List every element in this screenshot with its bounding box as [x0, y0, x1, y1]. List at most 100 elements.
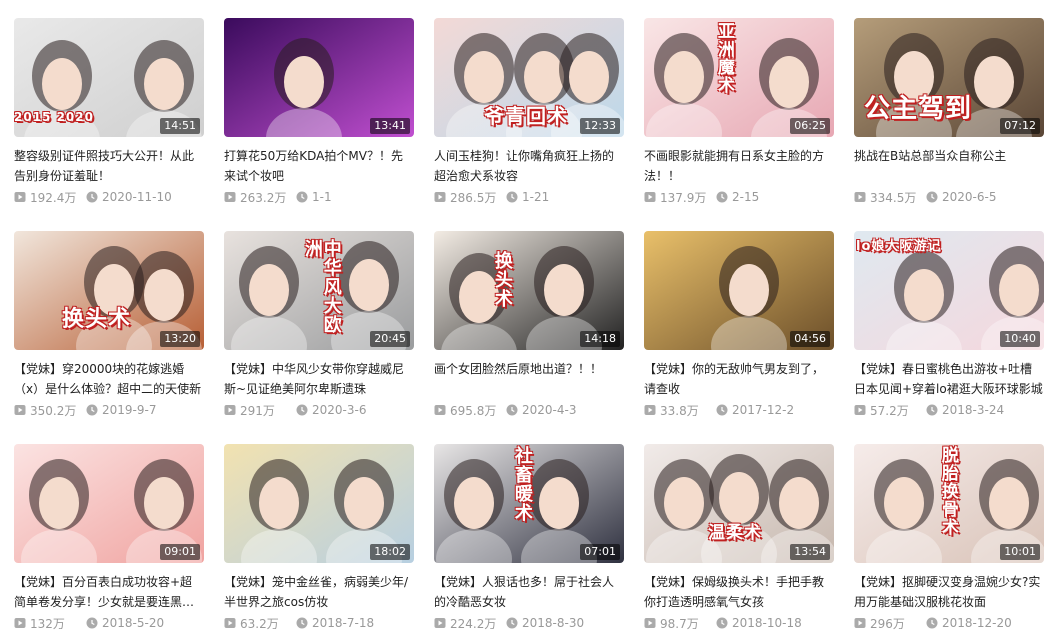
- video-title-link[interactable]: 打算花50万给KDA拍个MV？！先来试个妆吧: [224, 146, 414, 186]
- video-thumbnail[interactable]: 脱胎换骨术 10:01: [854, 444, 1044, 563]
- view-count: 224.2万: [434, 615, 506, 632]
- video-title-link[interactable]: 整容级别证件照技巧大公开！从此告别身份证羞耻！: [14, 146, 204, 186]
- video-card[interactable]: 09:01【党妹】百分百表白成功妆容+超简单卷发分享！少女就是要连黑眼圈132万…: [14, 444, 204, 643]
- video-thumbnail[interactable]: 换头术 13:20: [14, 231, 204, 350]
- video-duration: 04:56: [790, 331, 830, 347]
- person-face: [464, 51, 504, 103]
- upload-date-text: 2017-12-2: [732, 403, 795, 417]
- upload-date: 2-15: [716, 190, 759, 204]
- play-count-icon: [854, 192, 866, 202]
- video-title-link[interactable]: 【党妹】你的无敌帅气男友到了，请查收: [644, 359, 834, 399]
- view-count-text: 98.7万: [660, 616, 699, 631]
- video-title-link[interactable]: 【党妹】抠脚硬汉变身温婉少女?实用万能基础汉服桃花妆面: [854, 572, 1044, 612]
- video-title-link[interactable]: 不画眼影就能拥有日系女主脸的方法！！: [644, 146, 834, 186]
- video-card[interactable]: 04:56 【党妹】你的无敌帅气男友到了，请查收 33.8万 2017-12-2: [644, 231, 834, 430]
- video-thumbnail[interactable]: 社畜暖术 07:01: [434, 444, 624, 563]
- video-meta: 57.2万 2018-3-24: [854, 400, 1044, 420]
- video-thumbnail[interactable]: 2015 2020 14:51: [14, 18, 204, 137]
- video-card[interactable]: 13:41 打算花50万给KDA拍个MV？！先来试个妆吧 263.2万 1-1: [224, 18, 414, 217]
- view-count-text: 291万: [240, 403, 275, 418]
- video-card[interactable]: 脱胎换骨术 10:01 【党妹】抠脚硬汉变身温婉少女?实用万能基础汉服桃花妆面 296…: [854, 444, 1044, 643]
- clock-icon: [86, 191, 98, 203]
- view-count-text: 57.2万: [870, 403, 909, 418]
- clock-icon: [716, 191, 728, 203]
- video-thumbnail[interactable]: 爷青回术 12:33: [434, 18, 624, 137]
- clock-icon: [926, 404, 938, 416]
- video-title-link[interactable]: 【党妹】人狠话也多！屌于社会人的冷酷恶女妆: [434, 572, 624, 612]
- video-title-link[interactable]: 【党妹】穿20000块的花嫁逃婚（x）是什么体验？超中二的天使新: [14, 359, 204, 399]
- video-thumbnail[interactable]: 13:41: [224, 18, 414, 137]
- video-thumbnail[interactable]: 换头术 14:18: [434, 231, 624, 350]
- video-card[interactable]: 公主驾到 07:12 挑战在B站总部当众自称公主 334.5万 2020-6-5: [854, 18, 1044, 217]
- view-count: 132万: [14, 615, 86, 632]
- upload-date: 2017-12-2: [716, 403, 794, 417]
- video-meta: 695.8万 2020-4-3: [434, 400, 624, 420]
- video-meta: 132万 2018-5-20: [14, 613, 204, 633]
- person-face: [144, 58, 184, 110]
- video-card[interactable]: 18:02 【党妹】笼中金丝雀，病弱美少年/半世界之旅cos仿妆 63.2万 2018…: [224, 444, 414, 643]
- upload-date: 2020-4-3: [506, 403, 576, 417]
- video-thumbnail[interactable]: 亚洲魔术 06:25: [644, 18, 834, 137]
- video-card[interactable]: 社畜暖术 07:01 【党妹】人狠话也多！屌于社会人的冷酷恶女妆 224.2万 2018…: [434, 444, 624, 643]
- clock-icon: [506, 191, 518, 203]
- video-thumbnail[interactable]: 04:56: [644, 231, 834, 350]
- video-meta: 192.4万 2020-11-10: [14, 187, 204, 207]
- clock-icon: [296, 617, 308, 629]
- video-card[interactable]: 中华风大欧洲 20:45 【党妹】中华风少女带你穿越威尼斯~见证绝美阿尔卑斯遗珠 29…: [224, 231, 414, 430]
- play-count-icon: [14, 618, 26, 628]
- video-card[interactable]: 爷青回术 12:33 人间玉桂狗！让你嘴角疯狂上扬的超治愈犬系妆容 286.5万 1-2…: [434, 18, 624, 217]
- video-thumbnail[interactable]: 09:01: [14, 444, 204, 563]
- video-card[interactable]: lo娘大阪游记 10:40 【党妹】春日蜜桃色出游妆+吐槽日本见闻+穿着lo裙逛大阪…: [854, 231, 1044, 430]
- play-count-icon: [644, 618, 656, 628]
- video-title-link[interactable]: 【党妹】中华风少女带你穿越威尼斯~见证绝美阿尔卑斯遗珠: [224, 359, 414, 399]
- video-card[interactable]: 温柔术 13:54 【党妹】保姆级换头术！手把手教你打造透明感氧气女孩 98.7万 20…: [644, 444, 834, 643]
- thumbnail-caption: 脱胎换骨术: [937, 446, 958, 536]
- play-count-icon: [434, 405, 446, 415]
- view-count: 63.2万: [224, 615, 296, 632]
- view-count-text: 33.8万: [660, 403, 699, 418]
- clock-icon: [86, 404, 98, 416]
- person-face: [904, 269, 944, 321]
- upload-date-text: 2018-5-20: [102, 616, 165, 630]
- person-face: [259, 477, 299, 529]
- video-title-link[interactable]: 【党妹】笼中金丝雀，病弱美少年/半世界之旅cos仿妆: [224, 572, 414, 612]
- person-face: [349, 259, 389, 311]
- video-card[interactable]: 2015 2020 14:51 整容级别证件照技巧大公开！从此告别身份证羞耻！ 192…: [14, 18, 204, 217]
- person-face: [144, 477, 184, 529]
- video-card[interactable]: 换头术 14:18 画个女团脸然后原地出道？！！ 695.8万 2020-4-3: [434, 231, 624, 430]
- video-duration: 13:20: [160, 331, 200, 347]
- upload-date: 2018-5-20: [86, 616, 164, 630]
- video-meta: 291万 2020-3-6: [224, 400, 414, 420]
- play-count-icon: [644, 192, 656, 202]
- view-count-text: 137.9万: [660, 190, 707, 205]
- upload-date: 2018-8-30: [506, 616, 584, 630]
- view-count-text: 695.8万: [450, 403, 497, 418]
- video-thumbnail[interactable]: lo娘大阪游记 10:40: [854, 231, 1044, 350]
- person-face: [284, 56, 324, 108]
- upload-date: 2018-10-18: [716, 616, 802, 630]
- video-thumbnail[interactable]: 18:02: [224, 444, 414, 563]
- video-duration: 14:18: [580, 331, 620, 347]
- video-title-link[interactable]: 挑战在B站总部当众自称公主: [854, 146, 1044, 186]
- video-card[interactable]: 亚洲魔术 06:25 不画眼影就能拥有日系女主脸的方法！！ 137.9万 2-15: [644, 18, 834, 217]
- video-card[interactable]: 换头术 13:20 【党妹】穿20000块的花嫁逃婚（x）是什么体验？超中二的天使新…: [14, 231, 204, 430]
- video-title-link[interactable]: 【党妹】保姆级换头术！手把手教你打造透明感氧气女孩: [644, 572, 834, 612]
- thumbnail-caption: 社畜暖术: [511, 446, 533, 522]
- video-title-link[interactable]: 人间玉桂狗！让你嘴角疯狂上扬的超治愈犬系妆容: [434, 146, 624, 186]
- video-thumbnail[interactable]: 温柔术 13:54: [644, 444, 834, 563]
- video-title-link[interactable]: 画个女团脸然后原地出道？！！: [434, 359, 624, 399]
- video-title-link[interactable]: 【党妹】春日蜜桃色出游妆+吐槽日本见闻+穿着lo裙逛大阪环球影城: [854, 359, 1044, 399]
- video-meta: 137.9万 2-15: [644, 187, 834, 207]
- video-title-link[interactable]: 【党妹】百分百表白成功妆容+超简单卷发分享！少女就是要连黑眼圈: [14, 572, 204, 612]
- thumbnail-caption: lo娘大阪游记: [856, 239, 942, 254]
- play-count-icon: [434, 192, 446, 202]
- video-duration: 13:54: [790, 544, 830, 560]
- video-thumbnail[interactable]: 中华风大欧洲 20:45: [224, 231, 414, 350]
- thumbnail-caption: 换头术: [491, 251, 513, 308]
- upload-date: 1-21: [506, 190, 549, 204]
- video-thumbnail[interactable]: 公主驾到 07:12: [854, 18, 1044, 137]
- thumbnail-caption: 2015 2020: [14, 110, 94, 124]
- upload-date-text: 2020-3-6: [312, 403, 367, 417]
- upload-date-text: 2018-7-18: [312, 616, 375, 630]
- video-duration: 20:45: [370, 331, 410, 347]
